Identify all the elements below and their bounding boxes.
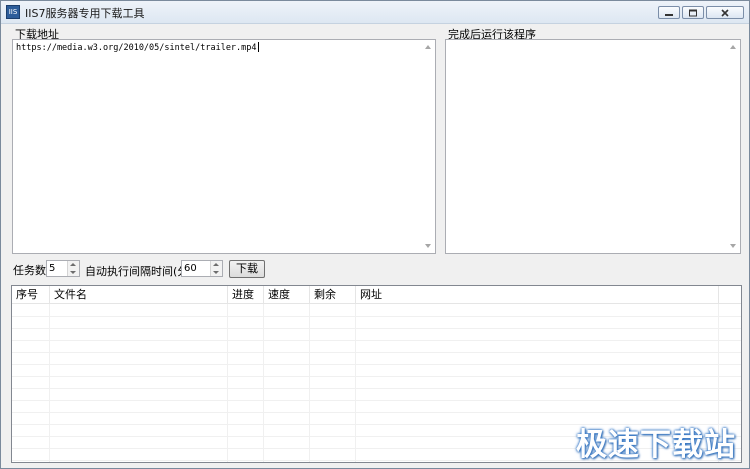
download-url-text: https://media.w3.org/2010/05/sintel/trai… [16, 42, 259, 53]
interval-label: 自动执行间隔时间(分) [85, 265, 193, 278]
column-divider [227, 304, 228, 462]
task-count-stepper[interactable]: 5 [46, 260, 80, 277]
main-window: IIS IIS7服务器专用下载工具 下载地址 https://media.w3.… [0, 0, 750, 469]
column-header-remaining[interactable]: 剩余 [310, 286, 356, 303]
minimize-button[interactable] [658, 6, 680, 19]
download-url-textarea[interactable]: https://media.w3.org/2010/05/sintel/trai… [12, 39, 436, 254]
column-divider [49, 304, 50, 462]
window-controls [658, 6, 744, 19]
interval-value: 60 [184, 263, 197, 274]
column-divider [309, 304, 310, 462]
window-title: IIS7服务器专用下载工具 [25, 7, 145, 20]
column-divider [355, 304, 356, 462]
maximize-button[interactable] [682, 6, 704, 19]
watermark-text: 极速下载站 [576, 427, 736, 463]
spin-up-icon[interactable] [213, 263, 219, 266]
app-icon: IIS [6, 5, 20, 19]
spin-down-icon[interactable] [213, 271, 219, 274]
column-header-progress[interactable]: 进度 [228, 286, 264, 303]
close-button[interactable] [706, 6, 744, 19]
task-count-label: 任务数 [13, 264, 46, 277]
column-header-speed[interactable]: 速度 [264, 286, 310, 303]
interval-spin-buttons[interactable] [210, 261, 222, 276]
interval-stepper[interactable]: 60 [181, 260, 223, 277]
run-after-scrollbar[interactable] [726, 40, 740, 253]
task-count-value: 5 [49, 263, 56, 274]
column-header-filename[interactable]: 文件名 [50, 286, 228, 303]
column-header-index[interactable]: 序号 [12, 286, 50, 303]
scroll-up-icon[interactable] [730, 45, 736, 49]
spin-up-icon[interactable] [70, 263, 76, 266]
minimize-icon [665, 13, 673, 16]
task-count-spin-buttons[interactable] [67, 261, 79, 276]
maximize-icon [689, 9, 697, 16]
download-button[interactable]: 下载 [229, 260, 265, 278]
close-icon [721, 8, 729, 17]
column-divider [263, 304, 264, 462]
scroll-down-icon[interactable] [730, 244, 736, 248]
scroll-up-icon[interactable] [425, 45, 431, 49]
download-url-scrollbar[interactable] [421, 40, 435, 253]
column-header-url[interactable]: 网址 [356, 286, 719, 303]
task-list-header: 序号 文件名 进度 速度 剩余 网址 [12, 286, 741, 304]
scroll-down-icon[interactable] [425, 244, 431, 248]
title-bar[interactable]: IIS IIS7服务器专用下载工具 [1, 1, 749, 24]
spin-down-icon[interactable] [70, 271, 76, 274]
run-after-textarea[interactable] [445, 39, 741, 254]
